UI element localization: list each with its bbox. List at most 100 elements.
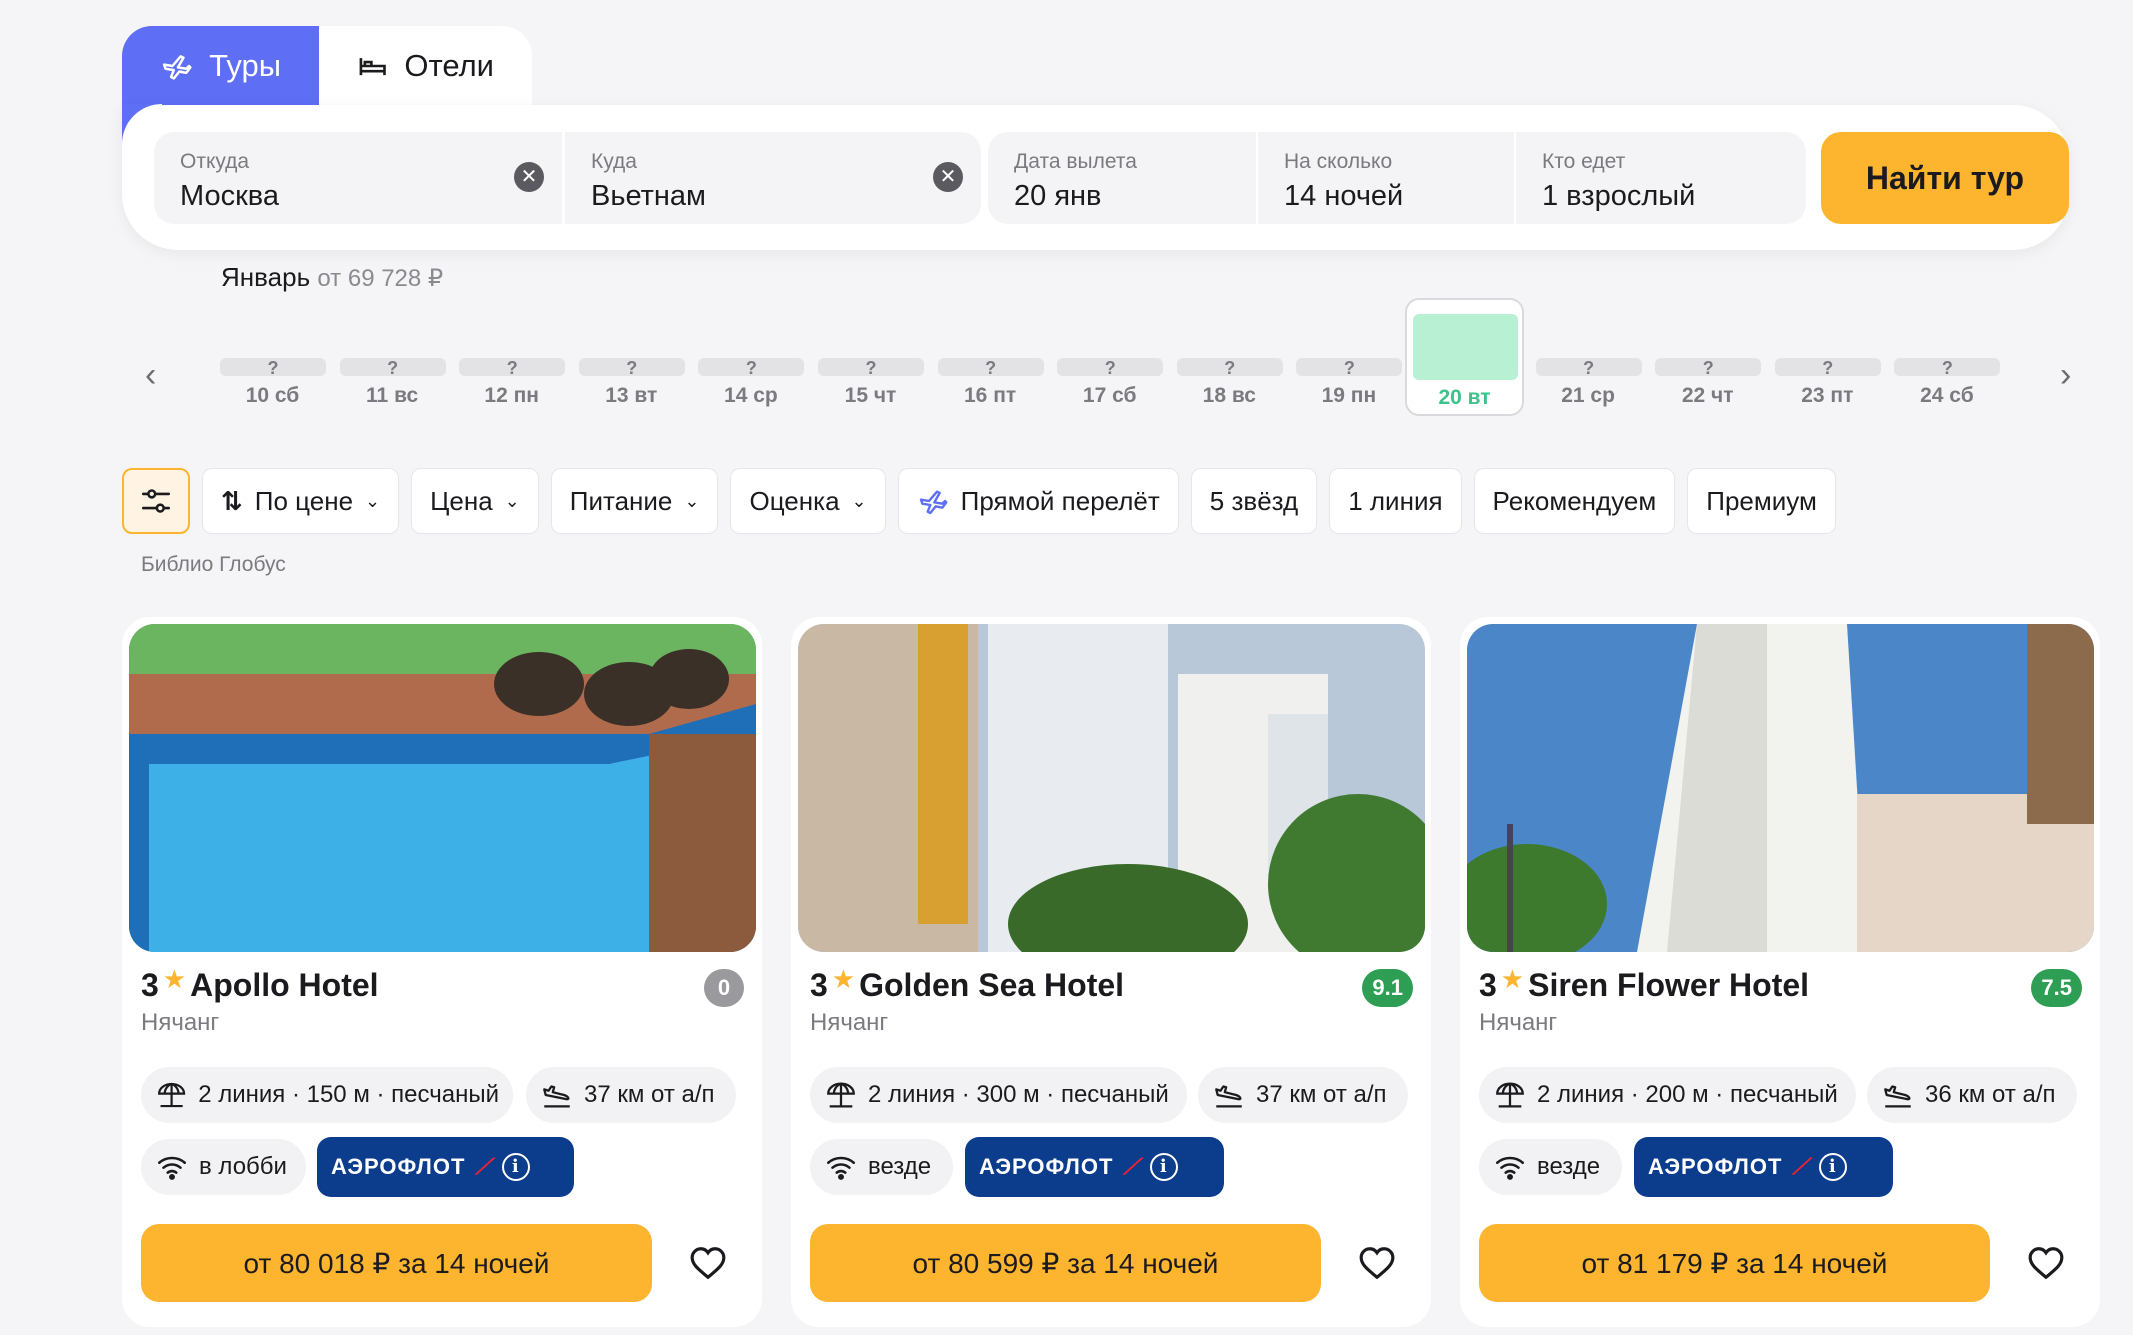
calendar-day-15[interactable]: ? 15 чт [804,298,924,416]
info-icon[interactable]: i [1149,1153,1178,1181]
travelers-label: Кто едет [1542,150,1626,173]
airline-badge[interactable]: АЭРОФЛОТ ⟋ i [965,1137,1224,1197]
day-price-placeholder: ? [1894,358,2001,378]
date-field[interactable]: Дата вылета 20 янв [988,132,1256,224]
hotel-stars-count: 3 [810,967,828,1003]
day-label: 22 чт [1681,384,1734,407]
clear-to-icon[interactable]: ✕ [933,162,963,192]
airline-badge[interactable]: АЭРОФЛОТ ⟋ i [1634,1137,1893,1197]
travelers-value: 1 взрослый [1542,180,1696,212]
wifi-text: в лобби [199,1153,287,1180]
direct-flight-filter[interactable]: Прямой перелёт [897,468,1179,534]
day-price-placeholder: ? [937,358,1044,378]
hotel-photo[interactable] [129,624,756,952]
five-stars-label: 5 звёзд [1209,485,1299,516]
building-photo [798,624,1425,952]
calendar-day-23[interactable]: ? 23 пт [1761,298,1881,416]
hotel-city: Нячанг [141,1009,220,1036]
calendar-day-12[interactable]: ? 12 пн [445,298,566,416]
hotel-card[interactable]: 3 ★ Golden Sea Hotel 9.1 Нячанг 2 линия ·… [791,617,1431,1327]
calendar-day-13[interactable]: ? 13 вт [565,298,685,416]
chevron-down-icon: ⌄ [365,490,381,511]
first-line-label: 1 линия [1348,485,1443,516]
to-field[interactable]: Куда Вьетнам ✕ [565,132,981,224]
day-label: 14 ср [724,384,778,407]
hotel-name: Siren Flower Hotel [1528,967,1810,1003]
plane-landing-icon [1215,1085,1242,1108]
day-price-placeholder: ? [459,358,566,378]
date-label: Дата вылета [1014,150,1137,173]
hotel-title[interactable]: 3 ★ Golden Sea Hotel [810,964,1125,1004]
heart-icon[interactable] [2027,1245,2065,1281]
tab-tours[interactable]: Туры [122,26,319,106]
bed-icon [359,58,386,76]
calendar-prev-icon[interactable]: ‹ [145,356,156,395]
premium-filter[interactable]: Премиум [1687,468,1836,534]
rating-dropdown[interactable]: Оценка ⌄ [730,468,886,534]
filters-button[interactable] [122,468,190,534]
star-icon: ★ [831,964,856,994]
heart-icon[interactable] [1358,1245,1396,1281]
hotel-photo[interactable] [798,624,1425,952]
pool-photo [129,624,756,952]
airport-text: 37 км от а/п [1256,1081,1387,1108]
sort-dropdown[interactable]: ⇅ По цене ⌄ [202,468,400,534]
calendar-day-21[interactable]: ? 21 ср [1522,298,1642,416]
find-tour-button[interactable]: Найти тур [1821,132,2069,224]
hotel-card[interactable]: 3 ★ Siren Flower Hotel 7.5 Нячанг 2 линия… [1460,617,2100,1327]
price-button[interactable]: от 80 018 ₽ за 14 ночей [141,1224,652,1302]
chevron-down-icon: ⌄ [684,490,700,511]
calendar-day-19[interactable]: ? 19 пн [1282,298,1403,416]
from-field[interactable]: Откуда Москва ✕ [154,132,562,224]
price-button[interactable]: от 80 599 ₽ за 14 ночей [810,1224,1321,1302]
clear-from-icon[interactable]: ✕ [514,162,544,192]
chevron-down-icon: ⌄ [851,490,867,511]
calendar-day-22[interactable]: ? 22 чт [1641,298,1762,416]
calendar-day-20[interactable]: 20 вт [1405,298,1524,416]
five-stars-filter[interactable]: 5 звёзд [1190,468,1318,534]
star-icon: ★ [1500,964,1525,994]
food-dropdown[interactable]: Питание ⌄ [550,468,719,534]
day-price-placeholder: ? [818,358,924,378]
calendar-day-18[interactable]: ? 18 вс [1163,298,1283,416]
calendar-day-11[interactable]: ? 11 вс [326,298,446,416]
calendar-day-24[interactable]: ? 24 сб [1880,298,2001,416]
calendar-day-14[interactable]: ? 14 ср [684,298,805,416]
nights-field[interactable]: На сколько 14 ночей [1258,132,1514,224]
rating-badge: 9.1 [1362,969,1413,1007]
price-dropdown[interactable]: Цена ⌄ [411,468,539,534]
info-icon[interactable]: i [501,1153,530,1181]
hotel-photo[interactable] [1467,624,2094,952]
hotel-name: Golden Sea Hotel [859,967,1125,1003]
price-button[interactable]: от 81 179 ₽ за 14 ночей [1479,1224,1990,1302]
day-label: 19 пн [1321,384,1377,407]
plane-landing-icon [1884,1085,1911,1108]
recommend-label: Рекомендуем [1492,485,1657,516]
chevron-down-icon: ⌄ [504,490,520,511]
calendar-day-16[interactable]: ? 16 пт [924,298,1044,416]
first-line-filter[interactable]: 1 линия [1329,468,1462,534]
beach-info: 2 линия · 150 м · песчаный [141,1067,513,1123]
airport-info: 37 км от а/п [526,1067,736,1123]
airline-name: АЭРОФЛОТ [331,1154,466,1179]
travelers-field[interactable]: Кто едет 1 взрослый [1516,132,1806,224]
calendar-day-10[interactable]: ? 10 сб [206,298,326,416]
recommend-filter[interactable]: Рекомендуем [1473,468,1676,534]
airport-info: 37 км от а/п [1198,1067,1408,1123]
tab-hotels[interactable]: Отели [319,26,532,106]
sort-label: По цене [254,485,354,516]
day-label: 17 сб [1082,384,1137,407]
day-label: 21 ср [1561,384,1615,407]
tower-photo [1467,624,2094,952]
hotel-title[interactable]: 3 ★ Siren Flower Hotel [1479,964,1810,1004]
airline-badge[interactable]: АЭРОФЛОТ ⟋ i [317,1137,574,1197]
beach-info: 2 линия · 200 м · песчаный [1479,1067,1856,1123]
to-label: Куда [591,150,637,173]
calendar-next-icon[interactable]: › [2060,356,2071,395]
info-icon[interactable]: i [1818,1153,1847,1181]
day-label: 10 сб [245,384,300,407]
heart-icon[interactable] [689,1245,727,1281]
hotel-card[interactable]: 3 ★ Apollo Hotel 0 Нячанг 2 линия · 150 м… [122,617,762,1327]
calendar-day-17[interactable]: ? 17 сб [1043,298,1164,416]
hotel-title[interactable]: 3 ★ Apollo Hotel [141,964,379,1004]
